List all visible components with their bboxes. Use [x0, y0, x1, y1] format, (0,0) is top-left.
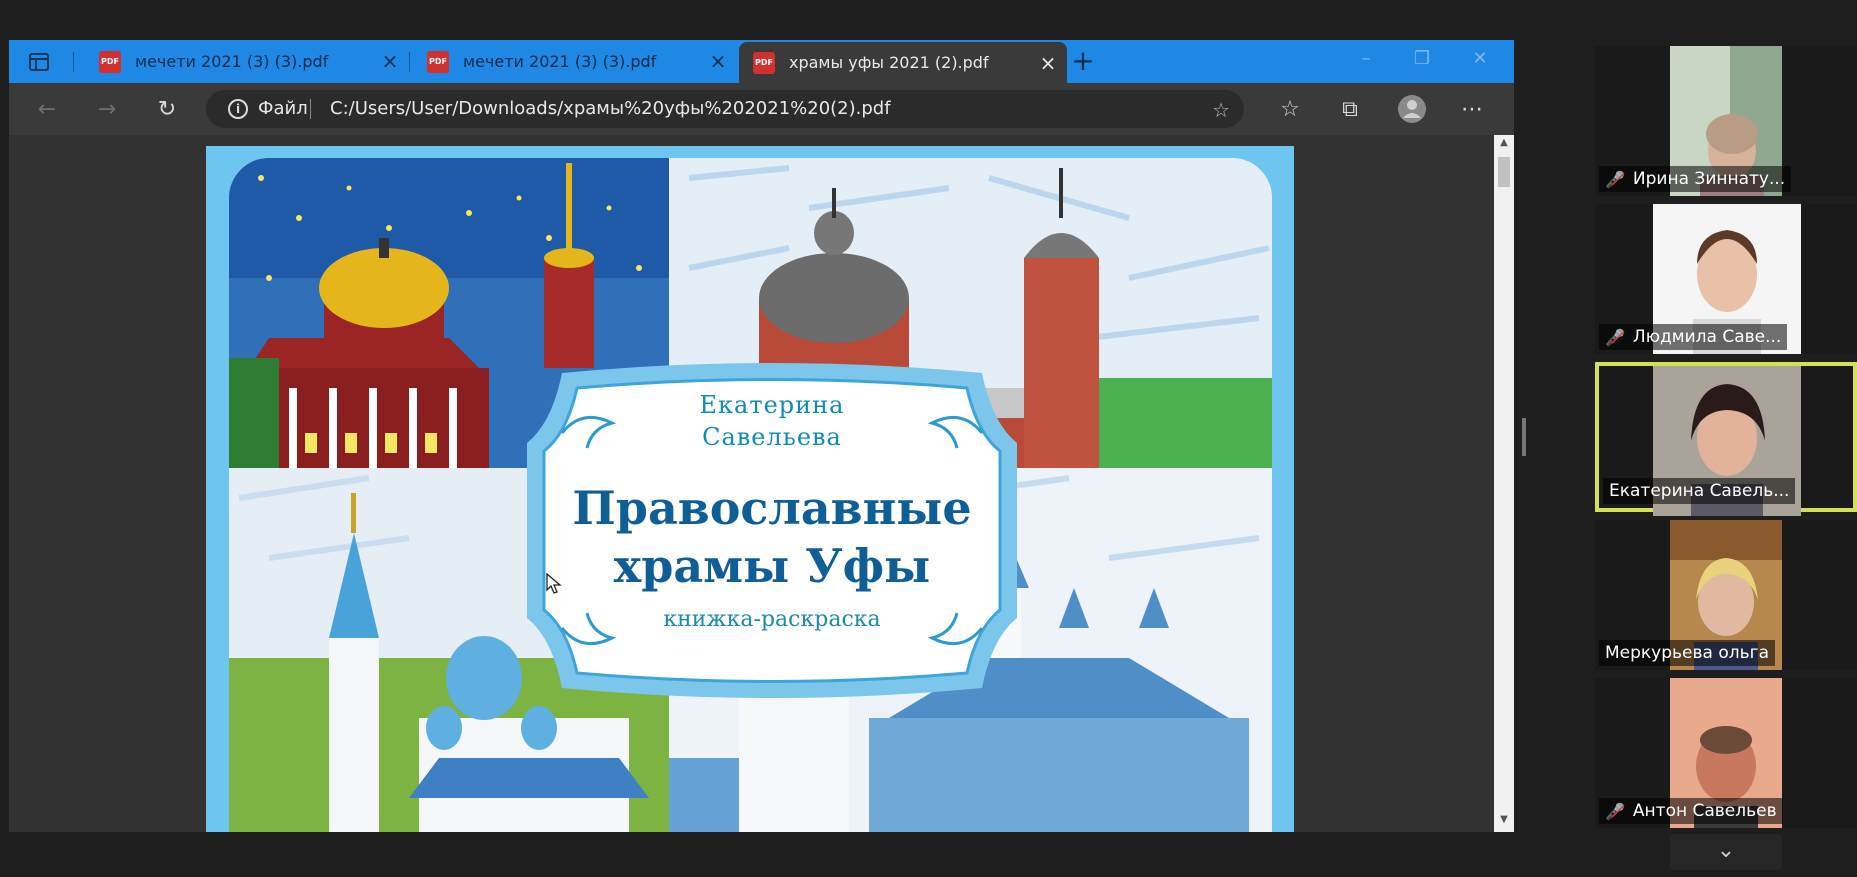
- participant-tile[interactable]: 🎤̸ Ирина Зиннату...: [1595, 46, 1857, 196]
- tab-label: мечети 2021 (3) (3).pdf: [135, 52, 329, 71]
- url-text[interactable]: C:/Users/User/Downloads/храмы%20уфы%2020…: [330, 98, 891, 119]
- minimize-icon[interactable]: –: [1351, 48, 1381, 72]
- scroll-up-icon[interactable]: ▲: [1494, 137, 1514, 153]
- participant-tile[interactable]: 🎤̸ Антон Савельев: [1595, 678, 1857, 828]
- collections-icon[interactable]: ⧉: [1334, 93, 1366, 125]
- new-tab-button[interactable]: +: [1069, 47, 1097, 76]
- info-icon[interactable]: i: [228, 99, 248, 119]
- participant-name-tag: 🎤̸ Антон Савельев: [1599, 798, 1783, 824]
- browser-toolbar: ← → ↻ i Файл C:/Users/User/Downloads/хра…: [9, 83, 1514, 135]
- mic-muted-icon: 🎤̸: [1605, 327, 1625, 347]
- pdf-page: Екатерина Савельева Православные храмы У…: [206, 146, 1294, 832]
- favorites-icon[interactable]: ☆: [1274, 93, 1306, 125]
- participant-name-tag: Меркурьева ольга: [1599, 640, 1775, 666]
- author-first-name: Екатерина: [699, 391, 845, 419]
- add-favorite-icon[interactable]: ☆: [1212, 98, 1230, 122]
- desktop: PDF мечети 2021 (3) (3).pdf × PDF мечети…: [0, 0, 1857, 877]
- pdf-icon: PDF: [427, 50, 449, 73]
- tab-2[interactable]: PDF мечети 2021 (3) (3).pdf ×: [417, 40, 737, 83]
- tab-actions-icon[interactable]: [25, 50, 53, 74]
- mouse-cursor-icon: [546, 572, 562, 600]
- tab-label: храмы уфы 2021 (2).pdf: [789, 53, 989, 72]
- scroll-down-icon[interactable]: ▼: [1494, 814, 1514, 830]
- participant-tile[interactable]: 🎤̸ Людмила Саве...: [1595, 204, 1857, 354]
- back-icon[interactable]: ←: [31, 93, 63, 125]
- tab-separator: [73, 52, 74, 72]
- participant-tile-active-speaker[interactable]: Екатерина Савель...: [1595, 362, 1857, 516]
- mic-muted-icon: 🎤̸: [1605, 801, 1625, 821]
- pdf-icon: PDF: [753, 51, 775, 74]
- more-options-icon[interactable]: ⋯: [1456, 93, 1488, 125]
- mic-muted-icon: 🎤̸: [1605, 169, 1625, 189]
- scheme-label: Файл: [258, 98, 308, 119]
- participant-name-tag: Екатерина Савель...: [1603, 478, 1796, 504]
- close-tab-icon[interactable]: ×: [1039, 53, 1057, 73]
- tab-label: мечети 2021 (3) (3).pdf: [463, 52, 657, 71]
- author-last-name: Савельева: [702, 423, 842, 451]
- participant-name: Меркурьева ольга: [1605, 643, 1769, 663]
- title-plate: Екатерина Савельева Православные храмы У…: [522, 363, 1022, 698]
- book-subtitle: книжка-раскраска: [663, 607, 881, 632]
- close-tab-icon[interactable]: ×: [381, 51, 399, 71]
- participant-name: Ирина Зиннату...: [1632, 169, 1786, 189]
- address-separator: [310, 99, 311, 119]
- tab-separator: [409, 52, 410, 72]
- participant-tile[interactable]: Меркурьева ольга: [1595, 520, 1857, 670]
- participant-name: Людмила Саве...: [1632, 327, 1782, 347]
- panel-resize-handle[interactable]: [1522, 418, 1526, 456]
- pdf-viewer[interactable]: Екатерина Савельева Православные храмы У…: [9, 135, 1514, 832]
- book-title-line-2: храмы Уфы: [613, 539, 931, 593]
- refresh-icon[interactable]: ↻: [151, 93, 183, 125]
- tab-1[interactable]: PDF мечети 2021 (3) (3).pdf ×: [89, 40, 409, 83]
- tab-bar: PDF мечети 2021 (3) (3).pdf × PDF мечети…: [9, 40, 1514, 83]
- forward-icon[interactable]: →: [91, 93, 123, 125]
- close-tab-icon[interactable]: ×: [709, 51, 727, 71]
- book-title-line-1: Православные: [572, 481, 972, 535]
- participant-name-tag: 🎤̸ Людмила Саве...: [1599, 324, 1788, 350]
- pdf-icon: PDF: [99, 50, 121, 73]
- tab-3-active[interactable]: PDF храмы уфы 2021 (2).pdf ×: [739, 42, 1067, 83]
- address-bar[interactable]: i Файл C:/Users/User/Downloads/храмы%20у…: [206, 90, 1244, 128]
- close-window-icon[interactable]: ✕: [1465, 48, 1495, 72]
- vertical-scrollbar[interactable]: ▲ ▼: [1494, 135, 1514, 832]
- scroll-thumb[interactable]: [1498, 157, 1510, 187]
- show-more-participants-button[interactable]: ⌄: [1670, 834, 1782, 870]
- cover-illustration: Екатерина Савельева Православные храмы У…: [229, 158, 1272, 832]
- maximize-icon[interactable]: ❐: [1407, 48, 1437, 72]
- participant-gallery: 🎤̸ Ирина Зиннату... 🎤̸ Людмила Саве... Е…: [1595, 46, 1857, 877]
- participant-name-tag: 🎤̸ Ирина Зиннату...: [1599, 166, 1792, 192]
- chevron-down-icon: ⌄: [1716, 838, 1736, 863]
- participant-name: Екатерина Савель...: [1609, 481, 1790, 501]
- participant-name: Антон Савельев: [1632, 801, 1777, 821]
- browser-window: PDF мечети 2021 (3) (3).pdf × PDF мечети…: [9, 40, 1514, 832]
- profile-avatar-icon[interactable]: [1396, 93, 1428, 125]
